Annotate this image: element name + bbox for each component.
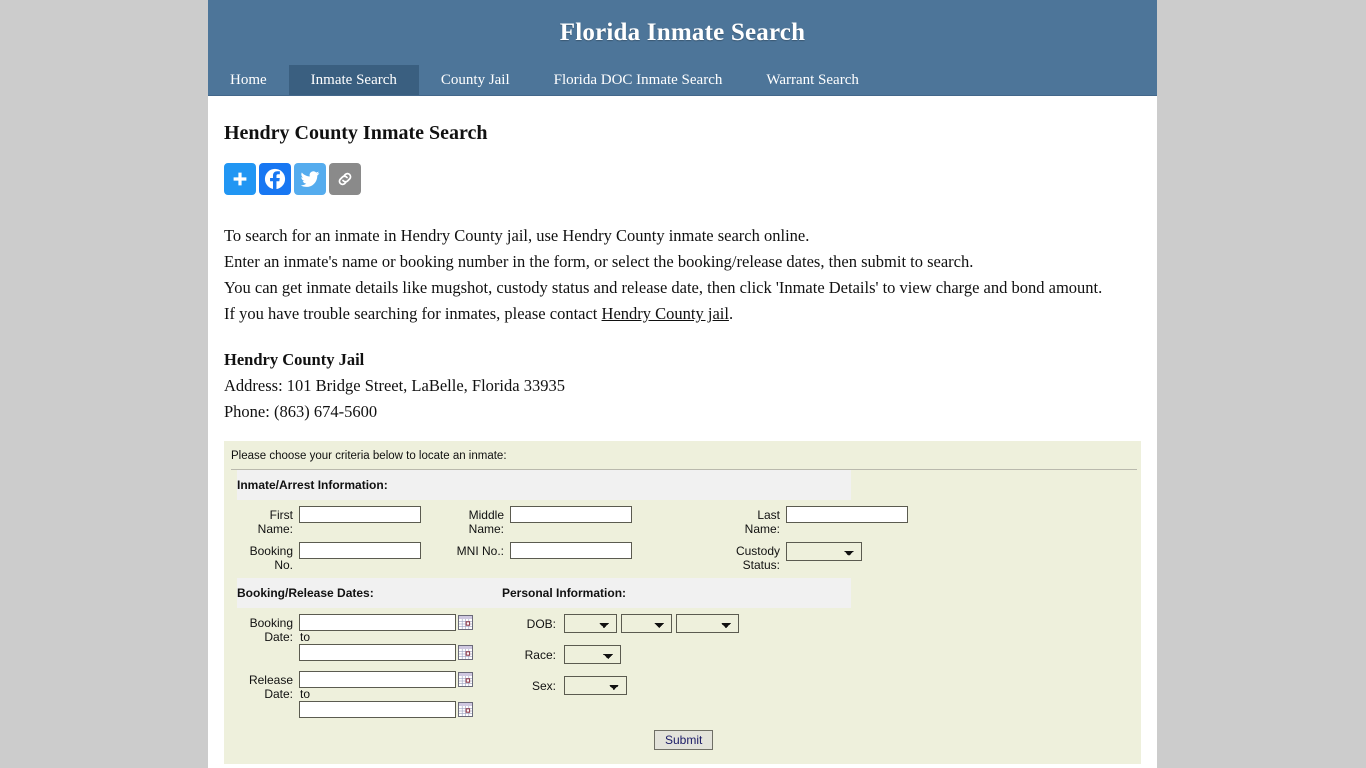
inmate-search-form: Please choose your criteria below to loc…	[224, 441, 1141, 764]
page-container: Florida Inmate Search Home Inmate Search…	[208, 0, 1157, 768]
nav-item-florida-doc-inmate-search[interactable]: Florida DOC Inmate Search	[532, 65, 745, 95]
booking-date-to-label: to	[300, 630, 311, 644]
jail-name: Hendry County Jail	[224, 350, 365, 369]
release-date-to-input[interactable]	[299, 701, 456, 718]
release-date-from-line	[299, 671, 473, 688]
booking-date-to-line	[299, 644, 473, 661]
sex-controls	[564, 676, 627, 695]
share-button-twitter[interactable]	[294, 163, 326, 195]
section-inmate-arrest-header: Inmate/Arrest Information:	[237, 470, 851, 500]
share-button-copy-link[interactable]	[329, 163, 361, 195]
facebook-icon	[264, 168, 286, 190]
dob-row: DOB:	[502, 614, 842, 633]
share-button-addthis[interactable]	[224, 163, 256, 195]
race-select[interactable]	[564, 645, 621, 664]
page-title: Hendry County Inmate Search	[224, 122, 488, 144]
personal-information-column: DOB: Race: Sex:	[502, 614, 842, 720]
hendry-county-jail-link[interactable]: Hendry County jail	[602, 304, 729, 323]
sex-label: Sex:	[531, 678, 556, 693]
jail-info: Hendry County Jail Address: 101 Bridge S…	[224, 347, 1141, 425]
section-inmate-arrest-title: Inmate/Arrest Information:	[237, 478, 388, 492]
twitter-icon	[300, 169, 320, 189]
copy-link-icon	[335, 169, 355, 189]
nav-item-inmate-search[interactable]: Inmate Search	[288, 65, 419, 95]
release-date-label: Release Date:	[248, 673, 293, 701]
race-controls	[564, 645, 621, 664]
submit-row: Submit	[224, 730, 1141, 750]
form-intro-text: Please choose your criteria below to loc…	[231, 450, 507, 462]
nav-item-home[interactable]: Home	[208, 65, 289, 95]
custody-status-label: Custody Status:	[735, 544, 780, 572]
mni-no-label: MNI No.:	[456, 544, 504, 558]
inmate-arrest-fields: First Name: Middle Name: Last Name: Book…	[237, 500, 1141, 572]
intro-line-4: If you have trouble searching for inmate…	[224, 301, 1114, 327]
dates-personal-fields: Booking Date: to Release Date: to DOB: R…	[237, 608, 1141, 720]
mni-no-input[interactable]	[510, 542, 632, 559]
sex-select[interactable]	[564, 676, 627, 695]
custody-status-select[interactable]	[786, 542, 862, 561]
middle-name-input[interactable]	[510, 506, 632, 523]
dob-year-select[interactable]	[676, 614, 739, 633]
sex-row: Sex:	[502, 676, 842, 695]
section-booking-release-title-wrap: Booking/Release Dates:	[237, 584, 502, 602]
booking-date-from-line	[299, 614, 473, 631]
main-navigation: Home Inmate Search County Jail Florida D…	[208, 65, 1157, 96]
release-date-to-label: to	[300, 687, 311, 701]
booking-date-row: Booking Date: to	[237, 614, 502, 661]
booking-no-label: Booking No.	[249, 544, 293, 572]
intro-line-2: Enter an inmate's name or booking number…	[224, 252, 974, 271]
booking-date-from-input[interactable]	[299, 614, 456, 631]
calendar-icon[interactable]	[458, 672, 473, 687]
dob-month-select[interactable]	[564, 614, 617, 633]
first-name-input[interactable]	[299, 506, 421, 523]
share-bar	[224, 163, 1141, 195]
site-header: Florida Inmate Search	[208, 0, 1157, 65]
jail-phone: Phone: (863) 674-5600	[224, 402, 378, 421]
section-dates-personal-header: Booking/Release Dates: Personal Informat…	[237, 578, 851, 608]
dob-label: DOB:	[526, 616, 556, 631]
booking-date-stack: to	[299, 614, 473, 661]
submit-button[interactable]: Submit	[654, 730, 714, 750]
name-row: First Name: Middle Name: Last Name:	[237, 506, 1141, 536]
last-name-label: Last Name:	[744, 508, 780, 536]
intro-line-4-prefix: If you have trouble searching for inmate…	[224, 304, 602, 323]
middle-name-label: Middle Name:	[468, 508, 504, 536]
release-date-stack: to	[299, 671, 473, 718]
booking-release-dates-column: Booking Date: to Release Date: to	[237, 614, 502, 720]
calendar-icon[interactable]	[458, 645, 473, 660]
main-content: Hendry County Inmate Search To search fo…	[208, 122, 1157, 764]
nav-item-warrant-search[interactable]: Warrant Search	[744, 65, 881, 95]
nav-item-county-jail[interactable]: County Jail	[419, 65, 532, 95]
booking-date-to-input[interactable]	[299, 644, 456, 661]
race-row: Race:	[502, 645, 842, 664]
site-title: Florida Inmate Search	[559, 18, 806, 46]
booking-row: Booking No. MNI No.: Custody Status:	[237, 542, 1141, 572]
share-button-facebook[interactable]	[259, 163, 291, 195]
section-personal-title-wrap: Personal Information:	[502, 584, 626, 602]
release-date-from-input[interactable]	[299, 671, 456, 688]
jail-address: Address: 101 Bridge Street, LaBelle, Flo…	[224, 376, 565, 395]
booking-no-input[interactable]	[299, 542, 421, 559]
calendar-icon[interactable]	[458, 702, 473, 717]
release-date-to-line	[299, 701, 473, 718]
last-name-input[interactable]	[786, 506, 908, 523]
release-date-row: Release Date: to	[237, 671, 502, 718]
section-booking-release-title: Booking/Release Dates:	[237, 586, 374, 600]
intro-text: To search for an inmate in Hendry County…	[224, 223, 1114, 327]
addthis-plus-icon	[231, 170, 249, 188]
first-name-label: First Name:	[257, 508, 293, 536]
calendar-icon[interactable]	[458, 615, 473, 630]
dob-controls	[564, 614, 739, 633]
section-personal-title: Personal Information:	[502, 586, 627, 600]
intro-line-3: You can get inmate details like mugshot,…	[224, 278, 1103, 297]
dob-day-select[interactable]	[621, 614, 672, 633]
booking-date-label: Booking Date:	[249, 616, 293, 644]
intro-line-4-suffix: .	[728, 304, 734, 323]
intro-line-1: To search for an inmate in Hendry County…	[224, 226, 810, 245]
race-label: Race:	[524, 647, 556, 662]
